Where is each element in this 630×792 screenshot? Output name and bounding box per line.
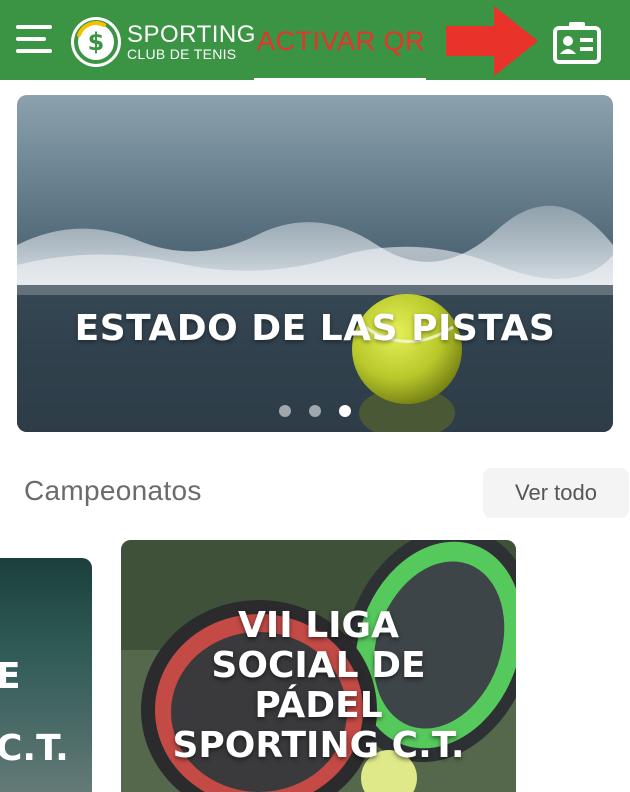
- brand-subtitle: CLUB DE TENIS: [127, 46, 237, 62]
- svg-text:$: $: [88, 28, 105, 56]
- carousel-dot-2[interactable]: [309, 405, 321, 417]
- championship-card-2[interactable]: VII LIGA SOCIAL DE PÁDEL SPORTING C.T.: [121, 540, 516, 792]
- carousel-dot-1[interactable]: [279, 405, 291, 417]
- logo-icon[interactable]: $: [70, 16, 122, 68]
- championship-card-1[interactable]: E C.T.: [0, 558, 92, 792]
- card-title-line: C.T.: [0, 728, 69, 769]
- hero-carousel[interactable]: ESTADO DE LAS PISTAS: [17, 95, 613, 432]
- carousel-dots: [277, 405, 353, 419]
- brand-name: SPORTING: [127, 21, 256, 48]
- menu-bar-3: [16, 49, 52, 53]
- activar-qr-link[interactable]: ACTIVAR QR: [257, 28, 425, 55]
- card-title-line: E: [0, 656, 21, 697]
- red-arrow-icon: [446, 6, 538, 76]
- card-title-line: VII LIGA: [238, 605, 399, 646]
- activar-underline: [254, 78, 426, 81]
- menu-icon[interactable]: [16, 25, 54, 55]
- id-card-icon[interactable]: [553, 20, 601, 64]
- carousel-dot-3[interactable]: [339, 405, 351, 417]
- app-header: $ SPORTING CLUB DE TENIS ACTIVAR QR: [0, 0, 630, 81]
- menu-bar-1: [16, 25, 52, 29]
- card-title-line: SOCIAL DE: [211, 645, 426, 686]
- card-title-line: SPORTING C.T.: [172, 725, 465, 766]
- hero-title: ESTADO DE LAS PISTAS: [74, 308, 556, 349]
- menu-bar-2: [16, 37, 46, 41]
- hero-image: [17, 95, 613, 432]
- see-all-button[interactable]: Ver todo: [483, 468, 629, 518]
- section-title: Campeonatos: [24, 475, 202, 506]
- card-title: VII LIGA SOCIAL DE PÁDEL SPORTING C.T.: [121, 606, 516, 766]
- card-title-line: PÁDEL: [254, 685, 383, 726]
